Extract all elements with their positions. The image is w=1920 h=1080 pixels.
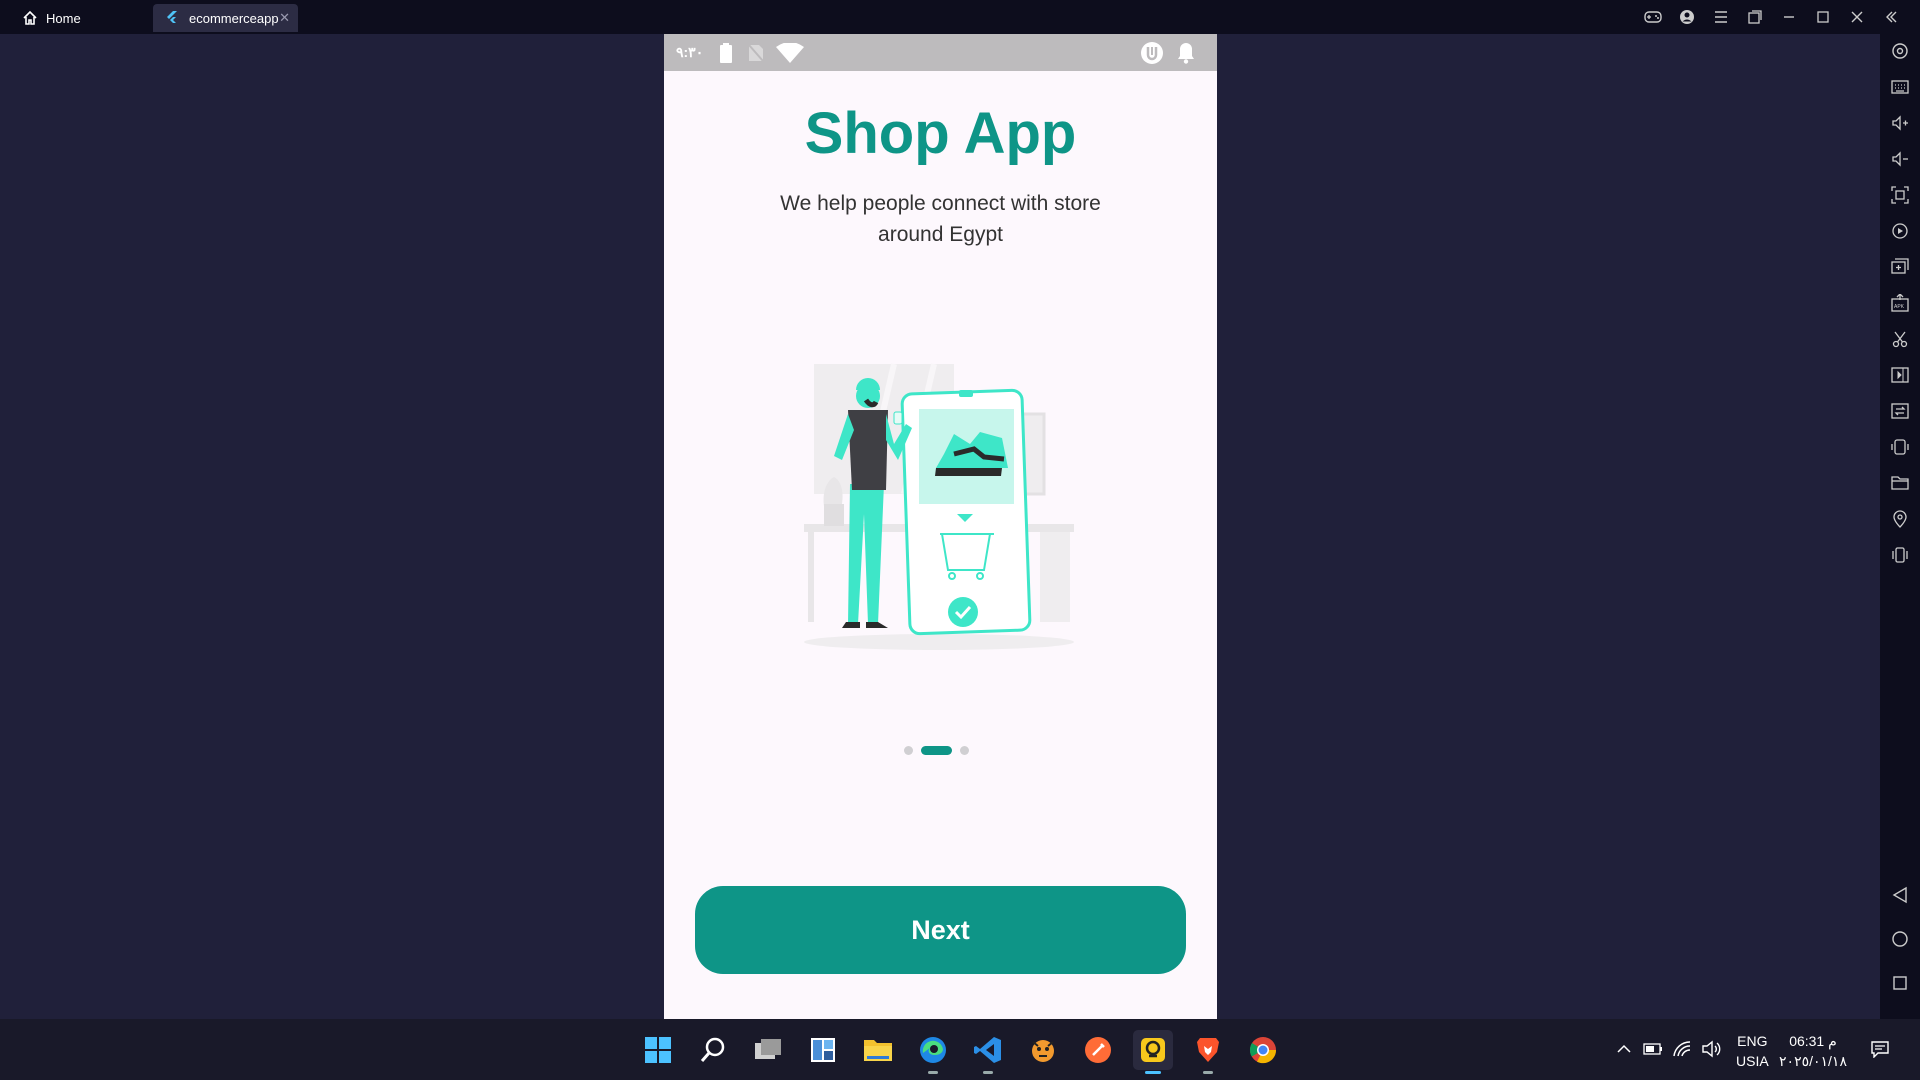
app-subtitle: We help people connect with store around… [780,192,1101,246]
edge-icon[interactable] [913,1030,953,1074]
speaker-icon[interactable] [1701,1039,1721,1059]
android-status-bar: ٩:٣٠ [664,34,1217,71]
close-icon[interactable] [1846,6,1868,28]
running-indicator [983,1071,993,1074]
running-indicator [928,1071,938,1074]
tab-ecommerceapp-label: ecommerceapp [189,10,279,26]
page-indicator [904,746,969,755]
region-code: USIA [1736,1053,1769,1069]
search-icon[interactable] [693,1030,733,1070]
menu-icon[interactable] [1710,6,1732,28]
gamepad-icon[interactable] [1642,6,1664,28]
running-indicator [1203,1071,1213,1074]
postman-icon[interactable] [1078,1030,1118,1070]
multi-instance-icon[interactable] [1889,256,1911,278]
network-icon[interactable] [1672,1039,1692,1059]
widgets-icon[interactable] [803,1030,843,1070]
system-clock[interactable]: 06:31 م ٢٠٢٥/٠١/١٨ [1778,1031,1848,1071]
battery-status-icon[interactable] [1643,1039,1663,1059]
emulator-title-bar: Home ecommerceapp ✕ [0,0,1920,34]
volume-up-icon[interactable] [1889,112,1911,134]
svg-text:APK: APK [1894,304,1905,310]
home-icon [22,10,38,26]
notification-bell-icon [1176,42,1196,64]
page-dot[interactable] [960,746,969,755]
app-badge-icon [1140,42,1164,64]
page-dot-active[interactable] [921,746,952,755]
phone-screen: ٩:٣٠ Shop App We help people connect wit… [664,34,1217,1019]
account-icon[interactable] [1676,6,1698,28]
input-language[interactable]: ENG USIA [1736,1031,1769,1071]
screenshot-icon[interactable] [1889,184,1911,206]
recents-icon[interactable] [1889,972,1911,994]
clock-time: 06:31 م [1789,1033,1837,1049]
keyboard-icon[interactable] [1889,76,1911,98]
battery-icon [716,42,736,64]
task-view-icon[interactable] [748,1030,788,1070]
record-icon[interactable] [1889,220,1911,242]
onboarding-illustration [794,354,1084,684]
app-icon[interactable] [1023,1030,1063,1070]
folder-icon[interactable] [1889,472,1911,494]
tab-home-label: Home [46,10,81,26]
clock-date: ٢٠٢٥/٠١/١٨ [1779,1053,1847,1069]
volume-down-icon[interactable] [1889,148,1911,170]
status-time: ٩:٣٠ [676,44,704,60]
window-controls [1642,6,1902,28]
notification-center-icon[interactable] [1870,1039,1890,1059]
location-icon[interactable] [1889,508,1911,530]
install-apk-icon[interactable]: APK [1889,292,1911,314]
restore-window-icon[interactable] [1744,6,1766,28]
chrome-icon[interactable] [1243,1030,1283,1070]
page-dot[interactable] [904,746,913,755]
file-explorer-icon[interactable] [858,1030,898,1070]
settings-icon[interactable] [1889,40,1911,62]
vscode-icon[interactable] [968,1030,1008,1074]
no-sim-icon [746,42,766,64]
ldplayer-icon[interactable] [1133,1030,1173,1074]
next-button[interactable]: Next [695,886,1186,974]
wifi-icon [776,42,804,64]
tab-ecommerceapp[interactable]: ecommerceapp ✕ [153,4,298,32]
scissors-icon[interactable] [1889,328,1911,350]
app-title: Shop App [804,101,1077,166]
flutter-icon [165,10,181,26]
tab-home[interactable]: Home [16,4,152,32]
close-tab-icon[interactable]: ✕ [279,10,290,26]
chevron-up-icon[interactable] [1614,1039,1634,1059]
minimize-icon[interactable] [1778,6,1800,28]
language-code: ENG [1737,1033,1768,1049]
windows-start-icon[interactable] [638,1030,678,1070]
windows-taskbar: ENG USIA 06:31 م ٢٠٢٥/٠١/١٨ [0,1019,1920,1080]
shake-icon[interactable] [1889,544,1911,566]
rotate-icon[interactable] [1889,436,1911,458]
maximize-icon[interactable] [1812,6,1834,28]
home-circle-icon[interactable] [1889,928,1911,950]
brave-icon[interactable] [1188,1030,1228,1074]
emulator-side-toolbar: APK [1880,34,1920,1019]
video-icon[interactable] [1889,364,1911,386]
file-transfer-icon[interactable] [1889,400,1911,422]
back-icon[interactable] [1889,884,1911,906]
collapse-sidebar-icon[interactable] [1880,6,1902,28]
running-indicator [1145,1071,1161,1074]
